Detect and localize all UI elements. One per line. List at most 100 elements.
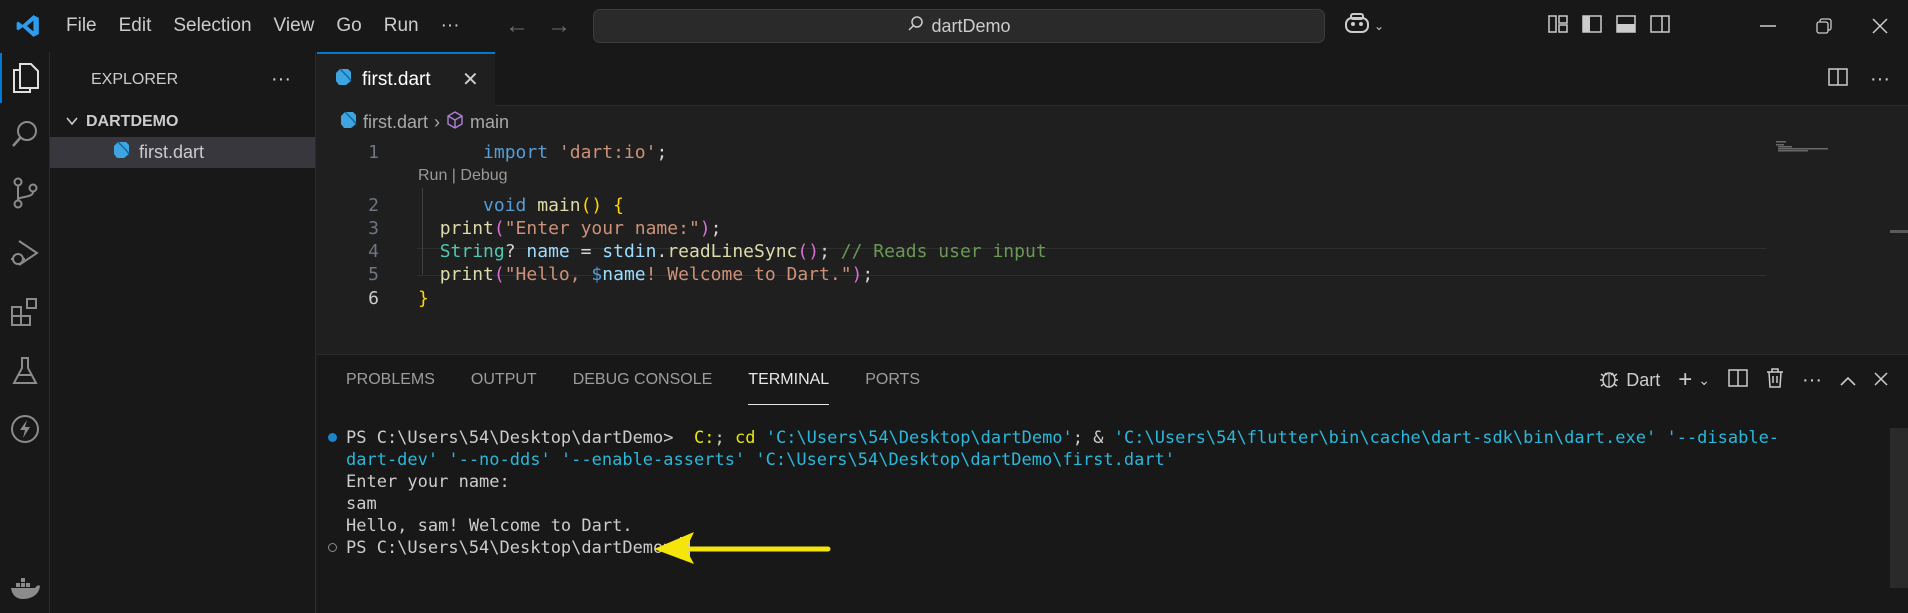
code-editor[interactable]: 1 import 'dart:io'; Run | Debug 2 void m… bbox=[317, 136, 1908, 354]
menu-view[interactable]: View bbox=[263, 0, 326, 52]
close-panel-icon[interactable] bbox=[1874, 370, 1888, 391]
lightning-icon[interactable] bbox=[0, 404, 50, 454]
menu-run[interactable]: Run bbox=[373, 0, 430, 52]
toggle-sidebar-icon[interactable] bbox=[1582, 14, 1602, 38]
chevron-down-icon: ⌄ bbox=[1374, 19, 1385, 33]
split-editor-icon[interactable] bbox=[1828, 67, 1848, 91]
folder-dartdemo[interactable]: DARTDEMO bbox=[50, 107, 315, 137]
explorer-title: EXPLORER bbox=[91, 70, 179, 88]
editor-actions: ··· bbox=[1828, 52, 1890, 106]
tab-debug-console[interactable]: DEBUG CONSOLE bbox=[573, 355, 713, 405]
token-type: String bbox=[439, 240, 505, 262]
token-keyword: void bbox=[483, 194, 527, 216]
terminal-prompt: PS C:\Users\54\Desktop\dartDemo> bbox=[346, 428, 684, 448]
maximize-panel-icon[interactable] bbox=[1840, 370, 1856, 391]
chevron-down-icon bbox=[66, 113, 78, 131]
layout-controls bbox=[1548, 0, 1670, 52]
menu-more[interactable]: ··· bbox=[430, 0, 471, 52]
dart-file-icon bbox=[340, 110, 357, 134]
close-icon[interactable] bbox=[1852, 0, 1908, 52]
panel-actions: Dart + ⌄ ··· bbox=[1598, 355, 1888, 405]
menu-edit[interactable]: Edit bbox=[108, 0, 163, 52]
line-number: 5 bbox=[368, 263, 379, 285]
more-actions-icon[interactable]: ··· bbox=[271, 68, 291, 91]
token-variable: name bbox=[526, 240, 570, 262]
search-icon[interactable] bbox=[0, 109, 50, 159]
bottom-panel: PROBLEMS OUTPUT DEBUG CONSOLE TERMINAL P… bbox=[317, 354, 1908, 613]
customize-layout-icon[interactable] bbox=[1548, 14, 1568, 38]
minimap[interactable] bbox=[1776, 138, 1834, 152]
token-string: ! Welcome to Dart." bbox=[645, 263, 852, 285]
terminal-scrollbar[interactable] bbox=[1890, 428, 1908, 588]
line-number: 1 bbox=[368, 141, 379, 163]
token-punct: ; bbox=[656, 141, 668, 163]
menu-go[interactable]: Go bbox=[325, 0, 372, 52]
token-comment: // Reads user input bbox=[840, 240, 1047, 262]
close-tab-icon[interactable]: ✕ bbox=[462, 67, 479, 92]
testing-icon[interactable] bbox=[0, 346, 50, 396]
trash-icon[interactable] bbox=[1766, 367, 1784, 393]
token-paren: () bbox=[580, 194, 603, 216]
token-object: stdin bbox=[602, 240, 657, 262]
folder-label: DARTDEMO bbox=[86, 113, 179, 130]
menu-selection[interactable]: Selection bbox=[162, 0, 262, 52]
navigation-arrows: ← → bbox=[505, 0, 571, 52]
copilot-button[interactable]: ⌄ bbox=[1344, 11, 1384, 41]
command-success-icon[interactable] bbox=[328, 433, 337, 442]
arrow-right-icon[interactable]: → bbox=[547, 12, 571, 40]
line-number: 4 bbox=[368, 240, 379, 262]
line-number: 6 bbox=[368, 287, 379, 309]
split-terminal-icon[interactable] bbox=[1728, 368, 1748, 392]
tab-ports[interactable]: PORTS bbox=[865, 355, 920, 405]
token-string: "Hello, bbox=[504, 263, 592, 285]
command-center-label: dartDemo bbox=[931, 15, 1011, 36]
restore-icon[interactable] bbox=[1796, 0, 1852, 52]
token-variable: name bbox=[602, 263, 646, 285]
toggle-panel-icon[interactable] bbox=[1616, 14, 1636, 38]
terminal-selector[interactable]: Dart bbox=[1598, 367, 1660, 394]
tab-terminal[interactable]: TERMINAL bbox=[748, 355, 830, 405]
token-string: "Enter your name:" bbox=[504, 217, 700, 239]
window-controls bbox=[1740, 0, 1908, 52]
explorer-icon[interactable] bbox=[0, 53, 50, 103]
extensions-icon[interactable] bbox=[0, 287, 50, 337]
annotation-arrow-icon bbox=[652, 530, 832, 571]
minimize-icon[interactable] bbox=[1740, 0, 1796, 52]
terminal-line: PS C:\Users\54\Desktop\dartDemo> bbox=[346, 535, 690, 561]
arrow-left-icon[interactable]: ← bbox=[505, 12, 529, 40]
file-label: first.dart bbox=[139, 142, 205, 162]
line-number: 3 bbox=[368, 217, 379, 239]
token-function: print bbox=[439, 263, 494, 285]
command-center-search[interactable]: dartDemo bbox=[593, 9, 1325, 43]
chevron-down-icon[interactable]: ⌄ bbox=[1698, 372, 1710, 389]
editor-tabs-bar: first.dart ✕ ··· bbox=[317, 52, 1908, 106]
menu-file[interactable]: File bbox=[55, 0, 108, 52]
run-debug-icon[interactable] bbox=[0, 228, 50, 278]
editor-scrollbar[interactable] bbox=[1890, 230, 1908, 233]
new-terminal-icon[interactable]: + bbox=[1678, 366, 1692, 394]
title-bar: File Edit Selection View Go Run ··· ← → … bbox=[0, 0, 1908, 52]
bug-icon bbox=[1598, 367, 1620, 394]
toggle-secondary-sidebar-icon[interactable] bbox=[1650, 14, 1670, 38]
code-line: 6 } bbox=[317, 285, 1767, 311]
line-number: 2 bbox=[368, 194, 379, 216]
more-actions-icon[interactable]: ··· bbox=[1870, 68, 1890, 91]
tab-output[interactable]: OUTPUT bbox=[471, 355, 537, 405]
tab-problems[interactable]: PROBLEMS bbox=[346, 355, 435, 405]
source-control-icon[interactable] bbox=[0, 168, 50, 218]
code-line: 5 print("Hello, $name! Welcome to Dart."… bbox=[317, 261, 1767, 287]
code-line: 1 import 'dart:io'; bbox=[317, 139, 1767, 165]
terminal-prompt: PS C:\Users\54\Desktop\dartDemo> bbox=[346, 538, 674, 558]
token-brace: { bbox=[613, 194, 624, 216]
token-string: 'dart:io' bbox=[558, 141, 657, 163]
file-first-dart[interactable]: first.dart bbox=[50, 137, 315, 168]
command-pending-icon bbox=[328, 543, 337, 552]
tab-first-dart[interactable]: first.dart ✕ bbox=[317, 52, 495, 106]
dart-file-icon bbox=[113, 141, 130, 164]
dart-file-icon bbox=[335, 68, 352, 92]
more-actions-icon[interactable]: ··· bbox=[1802, 369, 1822, 392]
token-keyword: import bbox=[483, 141, 549, 163]
token-method: readLineSync bbox=[667, 240, 798, 262]
docker-icon[interactable] bbox=[0, 563, 50, 613]
search-icon bbox=[907, 15, 925, 38]
